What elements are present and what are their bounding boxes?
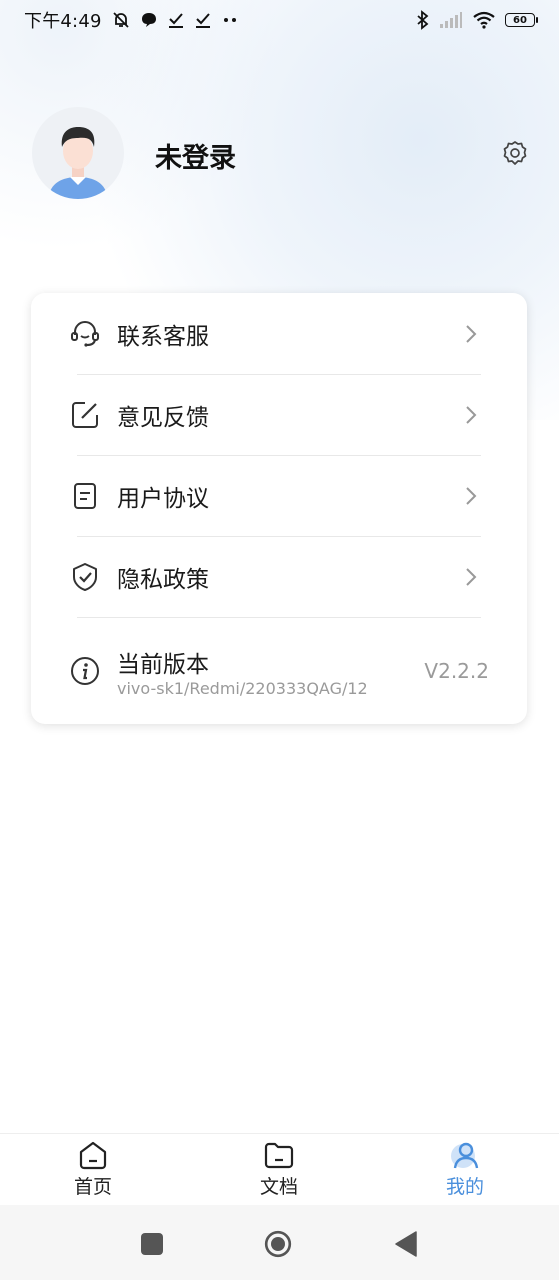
- document-icon: [69, 480, 101, 512]
- chevron-right-icon: [461, 486, 481, 506]
- login-status-title[interactable]: 未登录: [155, 136, 236, 175]
- more-dots-icon: [221, 15, 239, 25]
- menu-item-label: 联系客服: [117, 324, 209, 350]
- tab-mine[interactable]: 我的: [425, 1140, 505, 1204]
- folder-icon: [263, 1140, 295, 1170]
- menu-item-label: 意见反馈: [117, 405, 209, 431]
- check-icon: [167, 11, 185, 29]
- menu-item-feedback[interactable]: 意见反馈: [31, 375, 527, 455]
- wifi-icon: [472, 11, 496, 29]
- tab-documents[interactable]: 文档: [239, 1140, 319, 1204]
- menu-item-privacy-policy[interactable]: 隐私政策: [31, 537, 527, 617]
- headset-icon: [69, 318, 101, 350]
- recents-square-icon[interactable]: [138, 1230, 166, 1258]
- menu-item-label: 用户协议: [117, 486, 209, 512]
- tab-label: 文档: [259, 1176, 298, 1198]
- menu-item-contact-support[interactable]: 联系客服: [31, 294, 527, 374]
- mute-icon: [111, 10, 131, 30]
- edit-icon: [69, 399, 101, 431]
- divider: [77, 617, 481, 618]
- shield-check-icon: [69, 561, 101, 593]
- chevron-right-icon: [461, 405, 481, 425]
- status-time: 下午4:49: [24, 11, 102, 32]
- bottom-tab-bar: 首页 文档 我的: [0, 1133, 559, 1206]
- user-icon: [449, 1140, 481, 1170]
- version-value: V2.2.2: [424, 659, 489, 683]
- check-icon: [194, 11, 212, 29]
- menu-item-current-version[interactable]: 当前版本 vivo-sk1/Redmi/220333QAG/12 V2.2.2: [31, 631, 527, 711]
- back-triangle-icon[interactable]: [392, 1230, 420, 1258]
- menu-item-user-agreement[interactable]: 用户协议: [31, 456, 527, 536]
- status-bar: 下午4:49 60: [0, 0, 559, 40]
- system-navigation-bar: [0, 1205, 559, 1280]
- chevron-right-icon: [461, 324, 481, 344]
- avatar[interactable]: [32, 107, 124, 199]
- tab-label: 我的: [445, 1176, 484, 1198]
- gear-icon: [503, 141, 527, 165]
- settings-button[interactable]: [500, 138, 530, 168]
- chevron-right-icon: [461, 567, 481, 587]
- avatar-illustration: [48, 127, 108, 199]
- tab-home[interactable]: 首页: [53, 1140, 133, 1204]
- version-label: 当前版本: [117, 652, 209, 678]
- battery-indicator: 60: [505, 13, 538, 27]
- info-icon: [69, 655, 101, 687]
- home-icon: [77, 1140, 109, 1170]
- settings-menu-card: 联系客服 意见反馈 用户协议 隐私政策 当前版本 vivo-sk1/Redmi/…: [31, 293, 527, 724]
- tab-label: 首页: [73, 1176, 112, 1198]
- chat-bubble-icon: [140, 11, 158, 29]
- version-detail: vivo-sk1/Redmi/220333QAG/12: [117, 679, 368, 698]
- home-circle-icon[interactable]: [264, 1230, 292, 1258]
- menu-item-label: 隐私政策: [117, 567, 209, 593]
- signal-icon: [439, 11, 463, 29]
- bluetooth-icon: [416, 10, 430, 30]
